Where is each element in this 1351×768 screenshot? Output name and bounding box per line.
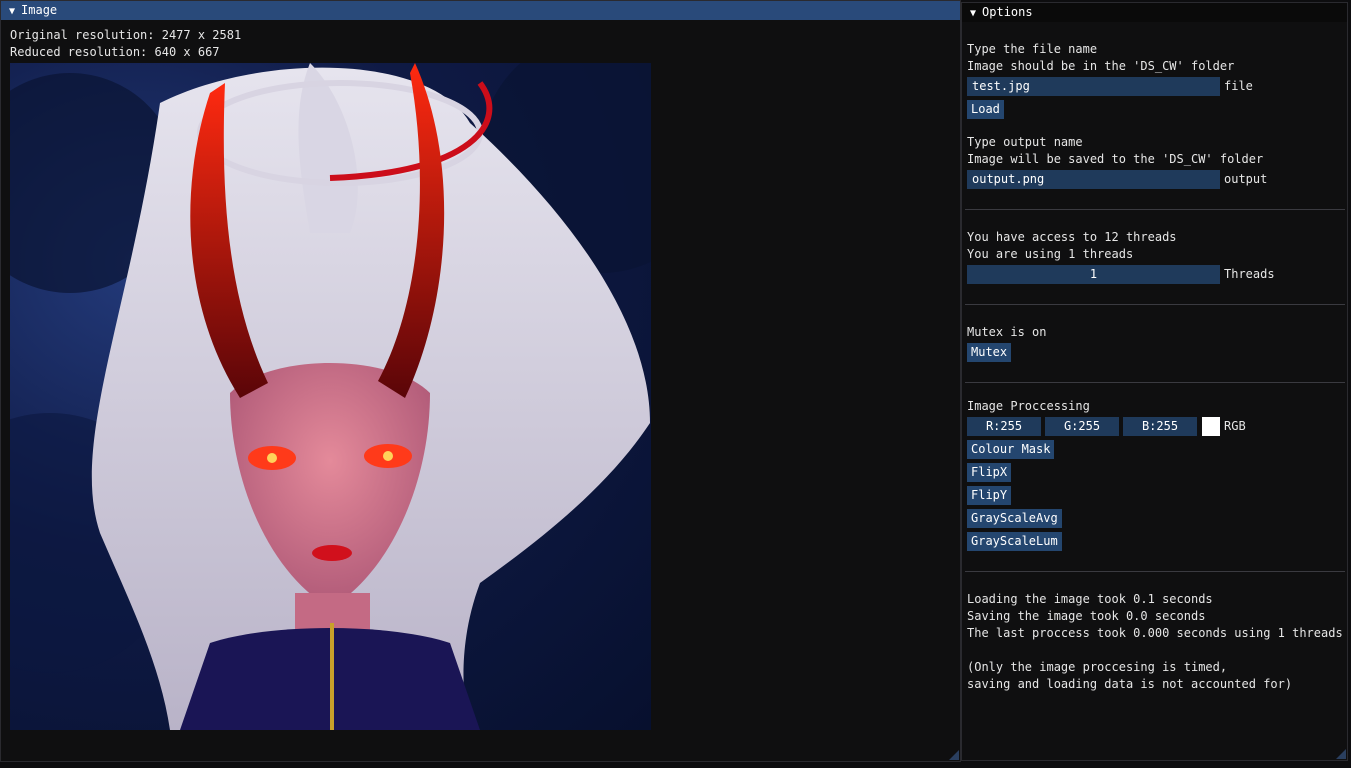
colour-swatch[interactable] <box>1202 417 1220 436</box>
resize-grip-icon[interactable] <box>1336 749 1346 759</box>
blue-channel-input[interactable]: B:255 <box>1123 417 1197 436</box>
threads-access-text: You have access to 12 threads <box>967 230 1177 244</box>
original-resolution-text: Original resolution: 2477 x 2581 <box>10 28 242 42</box>
file-prompt-label: Type the file name <box>967 42 1098 56</box>
loaded-image <box>10 63 651 730</box>
timing-note-line1: (Only the image proccesing is timed, <box>967 660 1228 674</box>
output-input-label: output <box>1224 172 1268 186</box>
loading-time-text: Loading the image took 0.1 seconds <box>967 592 1213 606</box>
red-channel-input[interactable]: R:255 <box>967 417 1041 436</box>
options-window-titlebar[interactable]: ▼ Options <box>962 3 1347 22</box>
flipy-button[interactable]: FlipY <box>967 486 1012 505</box>
green-channel-input[interactable]: G:255 <box>1045 417 1119 436</box>
output-name-input[interactable]: output.png <box>967 170 1220 189</box>
file-name-input[interactable]: test.jpg <box>967 77 1220 96</box>
file-input-label: file <box>1224 79 1253 93</box>
threads-slider-label: Threads <box>1224 267 1275 281</box>
process-time-text: The last proccess took 0.000 seconds usi… <box>967 626 1343 640</box>
threads-slider[interactable]: 1 <box>967 265 1220 284</box>
collapse-arrow-icon[interactable]: ▼ <box>970 4 976 23</box>
output-prompt-label: Type output name <box>967 135 1083 149</box>
flipx-button[interactable]: FlipX <box>967 463 1012 482</box>
threads-using-text: You are using 1 threads <box>967 247 1134 261</box>
collapse-arrow-icon[interactable]: ▼ <box>9 2 15 21</box>
file-hint-label: Image should be in the 'DS_CW' folder <box>967 59 1235 73</box>
rgb-label: RGB <box>1224 419 1246 433</box>
reduced-resolution-text: Reduced resolution: 640 x 667 <box>10 45 220 59</box>
output-hint-label: Image will be saved to the 'DS_CW' folde… <box>967 152 1264 166</box>
image-window-titlebar[interactable]: ▼ Image <box>1 1 960 20</box>
options-window-title: Options <box>982 5 1033 19</box>
separator <box>965 304 1345 305</box>
load-button[interactable]: Load <box>967 100 1004 119</box>
anime-portrait-image <box>10 63 651 730</box>
grayscale-avg-button[interactable]: GrayScaleAvg <box>967 509 1062 528</box>
separator <box>965 382 1345 383</box>
mutex-status-text: Mutex is on <box>967 325 1047 339</box>
timing-note-line2: saving and loading data is not accounted… <box>967 677 1293 691</box>
resize-grip-icon[interactable] <box>949 750 959 760</box>
saving-time-text: Saving the image took 0.0 seconds <box>967 609 1206 623</box>
colour-mask-button[interactable]: Colour Mask <box>967 440 1055 459</box>
separator <box>965 571 1345 572</box>
image-window-title: Image <box>21 3 58 17</box>
grayscale-lum-button[interactable]: GrayScaleLum <box>967 532 1062 551</box>
image-window: ▼ Image Original resolution: 2477 x 2581 … <box>0 0 961 762</box>
options-window: ▼ Options Type the file name Image should… <box>961 2 1348 761</box>
separator <box>965 209 1345 210</box>
processing-title: Image Proccessing <box>967 399 1090 413</box>
mutex-button[interactable]: Mutex <box>967 343 1012 362</box>
